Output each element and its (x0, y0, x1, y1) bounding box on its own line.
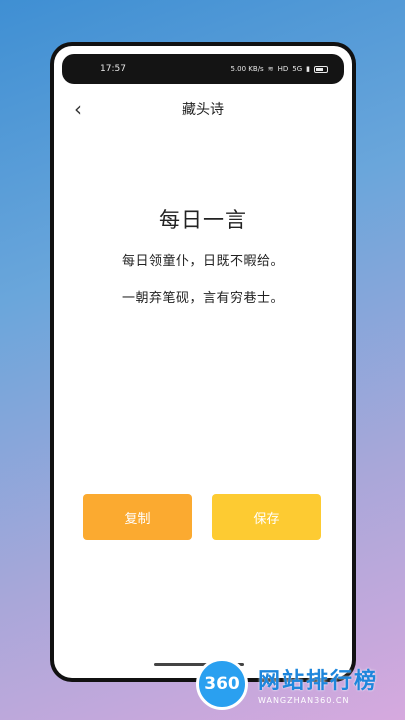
signal-icon: ▮ (306, 65, 310, 73)
status-bar: 17:57 5.00 KB/s ≋ HD 5G ▮ (62, 54, 344, 84)
watermark-logo: 360 (196, 658, 248, 710)
battery-icon (314, 65, 328, 73)
status-icons: 5.00 KB/s ≋ HD 5G ▮ (230, 65, 328, 73)
watermark: 360 网站排行榜 WANGZHAN360.CN (196, 658, 378, 710)
page-title: 藏头诗 (182, 102, 224, 118)
nav-bar: ‹ 藏头诗 (54, 94, 352, 124)
watermark-sub: WANGZHAN360.CN (258, 696, 350, 705)
quote-line-2: 一朝弃笔砚，言有穷巷士。 (121, 291, 284, 306)
signal-label: 5G (292, 65, 303, 73)
quote-content: 每日一言 每日领童仆，日既不暇给。 一朝弃笔砚，言有穷巷士。 (54, 204, 352, 324)
watermark-main: 网站排行榜 (258, 669, 379, 694)
net-speed: 5.00 KB/s (230, 65, 264, 73)
status-time: 17:57 (100, 64, 126, 74)
back-icon[interactable]: ‹ (74, 97, 82, 121)
save-button[interactable]: 保存 (212, 494, 321, 540)
watermark-text: 网站排行榜 WANGZHAN360.CN (258, 663, 378, 705)
hd-badge: HD (277, 65, 289, 73)
quote-line-1: 每日领童仆，日既不暇给。 (121, 254, 284, 269)
phone-frame: 17:57 5.00 KB/s ≋ HD 5G ▮ ‹ 藏头诗 每日一言 每日领… (50, 42, 356, 682)
wifi-icon: ≋ (267, 65, 274, 73)
copy-button[interactable]: 复制 (83, 494, 192, 540)
app-screen: 17:57 5.00 KB/s ≋ HD 5G ▮ ‹ 藏头诗 每日一言 每日领… (54, 46, 352, 678)
quote-heading: 每日一言 (159, 208, 247, 232)
